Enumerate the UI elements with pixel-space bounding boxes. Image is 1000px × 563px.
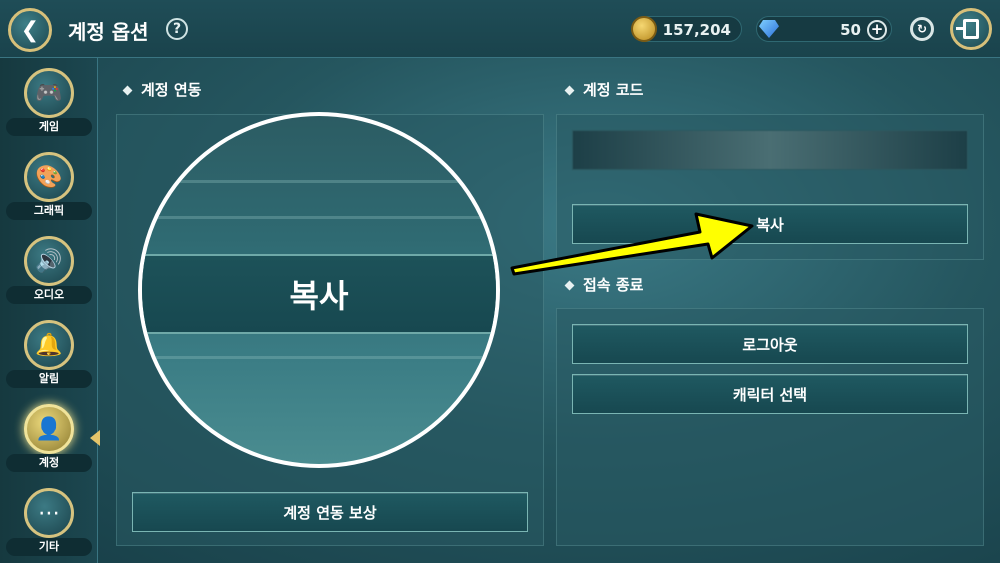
character-select-button[interactable]: 캐릭터 선택 [572, 374, 968, 414]
sidebar-item-etc[interactable]: ⋯ 기타 [0, 480, 98, 563]
gem-amount: 50 [840, 21, 861, 39]
bullet-icon [564, 85, 575, 96]
palette-icon: 🎨 [24, 152, 74, 202]
section-title-account-link: 계정 연동 [122, 79, 202, 100]
magnifier-divider [142, 216, 496, 219]
logout-button[interactable]: 로그아웃 [572, 324, 968, 364]
help-icon[interactable]: ? [166, 18, 188, 40]
section-title-disconnect: 접속 종료 [564, 274, 644, 295]
page-title: 계정 옵션 [68, 20, 149, 44]
gem-currency: 50 + [756, 16, 892, 42]
chevron-left-icon: ❮ [20, 17, 40, 43]
section-title-text: 접속 종료 [583, 276, 644, 294]
user-icon: 👤 [24, 404, 74, 454]
sidebar-item-label: 기타 [6, 538, 92, 556]
magnified-copy-button: 복사 [142, 254, 496, 334]
sidebar-item-game[interactable]: 🎮 게임 [0, 60, 98, 144]
more-icon: ⋯ [24, 488, 74, 538]
sidebar-item-notifications[interactable]: 🔔 알림 [0, 312, 98, 396]
sidebar-item-audio[interactable]: 🔊 오디오 [0, 228, 98, 312]
section-title-text: 계정 코드 [583, 81, 644, 99]
sidebar-item-label: 그래픽 [6, 202, 92, 220]
gold-currency: 157,204 [631, 16, 742, 42]
magnifier-divider [142, 356, 496, 359]
gamepad-icon: 🎮 [24, 68, 74, 118]
sidebar-item-label: 계정 [6, 454, 92, 472]
section-title-account-code: 계정 코드 [564, 79, 644, 100]
sidebar-item-account[interactable]: 👤 계정 [0, 396, 98, 480]
account-code-field [572, 130, 968, 170]
bullet-icon [122, 85, 133, 96]
top-bar: ❮ 계정 옵션 ? 157,204 50 + ↻ [0, 0, 1000, 58]
magnifier-divider [142, 180, 496, 183]
exit-door-icon [956, 19, 979, 39]
section-title-text: 계정 연동 [141, 81, 202, 99]
gold-amount: 157,204 [662, 21, 731, 39]
sidebar: 🎮 게임 🎨 그래픽 🔊 오디오 🔔 알림 👤 계정 ⋯ 기타 [0, 58, 98, 563]
bell-icon: 🔔 [24, 320, 74, 370]
account-link-reward-button[interactable]: 계정 연동 보상 [132, 492, 528, 532]
active-tab-marker [90, 430, 100, 446]
sidebar-item-label: 알림 [6, 370, 92, 388]
bullet-icon [564, 280, 575, 291]
sidebar-item-label: 오디오 [6, 286, 92, 304]
gold-coin-icon [631, 16, 657, 42]
speaker-icon: 🔊 [24, 236, 74, 286]
exit-button[interactable] [950, 8, 992, 50]
sidebar-item-graphics[interactable]: 🎨 그래픽 [0, 144, 98, 228]
copy-button[interactable]: 복사 [572, 204, 968, 244]
magnifier-callout: 복사 [138, 112, 500, 468]
sidebar-item-label: 게임 [6, 118, 92, 136]
add-gems-icon[interactable]: + [867, 20, 887, 40]
refresh-icon[interactable]: ↻ [910, 17, 934, 41]
diamond-icon [759, 20, 779, 38]
back-button[interactable]: ❮ [8, 8, 52, 52]
